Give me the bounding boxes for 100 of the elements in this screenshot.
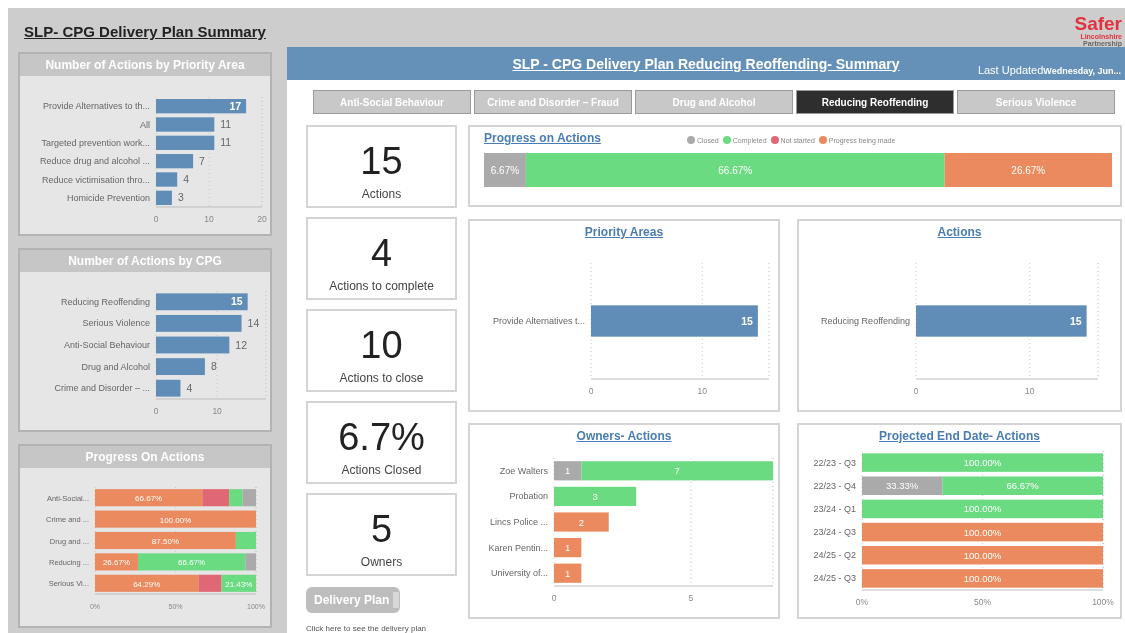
data-label: 100.00% [963,549,1002,561]
kpi-label: Actions Closed [341,463,422,477]
data-label: 21.43% [225,579,253,589]
tick-label: 10 [212,406,222,416]
data-label: 33.33% [886,480,919,492]
data-label: 66.67% [718,164,753,176]
data-label: 3 [177,191,184,204]
legend-dot [686,136,695,144]
category-label: Reduce victimisation thro... [41,174,150,185]
panel-title: Number of Actions by CPG [20,250,270,272]
data-label: 15 [231,295,243,308]
category-label: Probation [509,491,548,502]
kpi-value: 4 [370,233,393,273]
tick-label: 5 [688,593,694,603]
bar [156,190,172,205]
data-label: 7 [674,465,680,477]
tick-label: 100% [1092,597,1114,607]
bar [156,379,181,397]
category-label: Serious Violence [82,318,150,329]
tab[interactable]: Reducing Reoffending [796,90,954,114]
data-label: 14 [247,316,260,329]
kpi-value: 10 [360,325,403,365]
bar [156,154,194,169]
category-label: 24/25 - Q2 [813,550,856,561]
category-label: Anti-Social Behaviour [63,340,150,350]
data-label: 4 [183,173,190,185]
category-label: 23/24 - Q1 [813,503,856,514]
kpi-value: 5 [370,509,393,549]
tick-label: 0 [153,406,159,416]
data-label: 15 [741,314,753,327]
data-label: 26.67% [1011,164,1046,176]
tick-label: 10 [204,214,214,224]
kpi-value: 6.7% [338,417,425,457]
panel-title: Progress On Actions [20,446,270,468]
data-label: 100.00% [963,526,1002,538]
legend-dot [770,136,779,144]
tick-label: 20 [257,214,267,224]
data-label: 15 [1069,314,1082,327]
category-label: 22/23 - Q4 [813,480,856,491]
category-label: Homicide Prevention [66,192,150,203]
tick-label: 50% [974,597,991,607]
category-label: 24/25 - Q3 [813,573,856,584]
kpi-label: Actions to complete [329,279,434,293]
data-label: 100.00% [159,515,192,525]
data-label: 66.67% [135,494,163,504]
page-title: SLP - CPG Delivery Plan Reducing Reoffending- Summary [512,55,900,72]
tick-label: 0 [153,214,159,224]
category-label: Reducing Reoffending [821,316,910,326]
data-label: 4 [186,381,193,394]
data-label: 1 [565,542,571,554]
last-updated-value: Wednesday, Jun... [1043,65,1121,76]
chart-title-link[interactable]: Priority Areas [584,225,664,239]
category-label: Reducing Reoffending [61,296,150,307]
data-label: 7 [199,154,205,167]
panel-title: Number of Actions by Priority Area [20,54,270,76]
bar [156,135,215,150]
bar [156,172,178,187]
data-label: 11 [220,118,232,130]
data-label: 66.67% [1006,480,1039,492]
tick-label: 0 [551,593,557,603]
kpi-label: Actions to close [339,371,424,385]
hint-text: Click here to see the delivery plan [306,624,428,633]
handle-icon [393,592,400,608]
category-label: Crime and Disorder – ... [54,383,150,394]
data-label: 11 [220,136,232,149]
data-label: 1 [565,465,571,477]
bar [554,512,609,532]
tick-label: 0 [588,386,594,396]
category-label: Provide Alternatives t... [492,316,585,326]
data-label: 6.67% [490,164,520,176]
category-label: All [140,119,150,130]
tick-label: 0% [855,597,869,607]
tick-label: 0 [913,386,919,396]
chart-title-link[interactable]: Owners- Actions [576,429,672,443]
category-label: 23/24 - Q3 [813,527,856,538]
data-label: 64.29% [133,579,161,589]
data-label: 12 [235,338,247,351]
category-label: University of... [491,568,548,579]
category-label: Provide Alternatives to th... [42,101,150,112]
legend-dot [818,136,827,144]
tick-label: 10 [697,386,707,396]
category-label: Reduce drug and alcohol ... [39,156,150,167]
data-label: 2 [578,516,584,528]
data-label: 17 [229,99,242,112]
data-label: 3 [592,490,598,502]
category-label: Targeted prevention work... [41,137,150,148]
chart-title-link[interactable]: Progress on Actions [484,131,601,145]
bar [554,538,582,558]
bar [156,358,205,375]
chart-title-link[interactable]: Actions [937,225,982,239]
tick-label: 10 [1025,386,1035,396]
data-label: 87.50% [151,537,179,546]
data-label: 100.00% [963,457,1002,469]
bar [156,117,215,132]
kpi-value: 15 [360,141,403,181]
data-label: 100.00% [963,572,1002,584]
chart-title-link[interactable]: Projected End Date- Actions [879,429,1040,443]
data-label: 100.00% [963,503,1002,515]
category-label: Drug and Alcohol [81,361,150,372]
category-label: Zoe Walters [499,465,548,476]
